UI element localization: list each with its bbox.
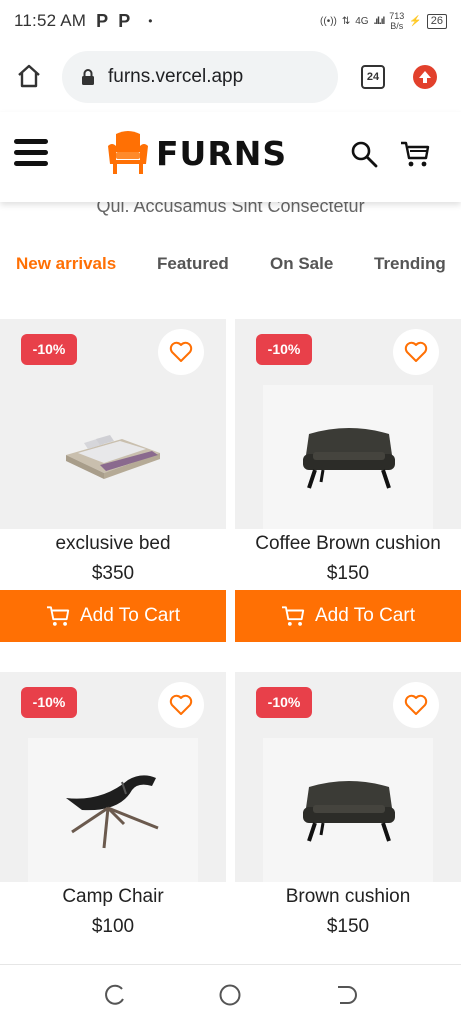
browser-toolbar: furns.vercel.app 24 <box>0 42 461 112</box>
more-notifications-icon: • <box>148 14 153 28</box>
menu-button[interactable] <box>14 139 48 169</box>
menu-bar <box>14 139 48 144</box>
product-price: $350 <box>91 563 135 584</box>
wishlist-button[interactable] <box>158 329 204 375</box>
logo[interactable]: FURNS <box>106 130 287 176</box>
tab-on-sale[interactable]: On Sale <box>270 254 333 274</box>
notification-icon: P <box>118 10 131 31</box>
data-arrows-icon: ⇅ <box>341 15 351 27</box>
chair-image <box>66 775 159 849</box>
arrow-up-icon <box>419 71 431 83</box>
heart-icon <box>404 341 428 362</box>
status-bar: 11:52 AM P P • ((•)) ⇅ 4G .ıl.ıl 713 B/s… <box>0 0 461 42</box>
discount-badge: -10% <box>256 334 312 365</box>
product-card[interactable]: -10% Brown cushion $150 <box>235 672 461 964</box>
product-price: $100 <box>91 916 135 937</box>
cart-icon <box>282 606 305 626</box>
address-bar[interactable]: furns.vercel.app <box>62 51 338 103</box>
product-price: $150 <box>326 563 370 584</box>
site-header: FURNS <box>0 112 461 202</box>
heart-icon <box>169 341 193 362</box>
signal-icon: .ıl.ıl <box>373 15 386 27</box>
network-speed: 713 B/s <box>389 11 404 31</box>
tab-trending[interactable]: Trending <box>374 254 446 274</box>
tab-new-arrivals[interactable]: New arrivals <box>16 254 116 274</box>
search-icon[interactable] <box>350 140 378 168</box>
product-name[interactable]: exclusive bed <box>0 533 226 555</box>
product-card[interactable]: -10% exclusive bed $350 Add To Cart <box>0 319 226 642</box>
product-image-area[interactable]: -10% <box>235 672 461 882</box>
cart-icon[interactable] <box>400 140 430 168</box>
battery-icon: 26 <box>426 13 447 29</box>
product-name[interactable]: Brown cushion <box>235 886 461 908</box>
discount-badge: -10% <box>256 687 312 718</box>
product-card[interactable]: -10% Camp Chair $100 <box>0 672 226 964</box>
status-time: 11:52 AM <box>14 11 87 30</box>
discount-badge: -10% <box>21 334 77 365</box>
cart-icon <box>47 606 70 626</box>
product-name[interactable]: Coffee Brown cushion <box>235 533 461 555</box>
recent-apps-icon[interactable] <box>103 984 127 1006</box>
wishlist-button[interactable] <box>393 329 439 375</box>
sofa-image <box>303 781 395 842</box>
speed-unit: B/s <box>390 21 404 31</box>
product-price: $150 <box>326 916 370 937</box>
bed-image <box>66 435 160 479</box>
update-button[interactable] <box>413 65 437 89</box>
menu-bar <box>14 161 48 166</box>
tab-switcher-button[interactable]: 24 <box>361 65 385 89</box>
discount-badge: -10% <box>21 687 77 718</box>
network-type: 4G <box>355 15 369 27</box>
lock-icon <box>82 69 94 85</box>
back-icon[interactable] <box>334 984 358 1006</box>
menu-bar <box>14 150 48 155</box>
notification-icon: P <box>96 10 109 31</box>
heart-icon <box>169 694 193 715</box>
home-icon[interactable] <box>16 64 42 88</box>
wishlist-button[interactable] <box>393 682 439 728</box>
status-icons: ((•)) ⇅ 4G .ıl.ıl 713 B/s ⚡ 26 <box>320 11 447 31</box>
speed-value: 713 <box>389 11 405 21</box>
product-card[interactable]: -10% Coffee Brown cushion $150 Add To Ca… <box>235 319 461 642</box>
brand-name: FURNS <box>156 133 288 173</box>
product-name[interactable]: Camp Chair <box>0 886 226 908</box>
heart-icon <box>404 694 428 715</box>
armchair-logo-icon <box>108 131 148 174</box>
add-to-cart-label: Add To Cart <box>315 605 415 626</box>
add-to-cart-button[interactable]: Add To Cart <box>0 590 226 642</box>
product-tabs: New arrivals Featured On Sale Trending <box>0 254 461 278</box>
product-image-area[interactable]: -10% <box>235 319 461 529</box>
tab-featured[interactable]: Featured <box>157 254 229 274</box>
product-image-area[interactable]: -10% <box>0 319 226 529</box>
add-to-cart-button[interactable]: Add To Cart <box>235 590 461 642</box>
url-text: furns.vercel.app <box>108 66 244 87</box>
add-to-cart-label: Add To Cart <box>80 605 180 626</box>
sofa-image <box>303 428 395 489</box>
hotspot-icon: ((•)) <box>320 15 337 27</box>
product-image-area[interactable]: -10% <box>0 672 226 882</box>
home-nav-icon[interactable] <box>218 983 242 1007</box>
system-nav-bar <box>0 964 461 1024</box>
wishlist-button[interactable] <box>158 682 204 728</box>
charging-icon: ⚡ <box>409 15 422 27</box>
